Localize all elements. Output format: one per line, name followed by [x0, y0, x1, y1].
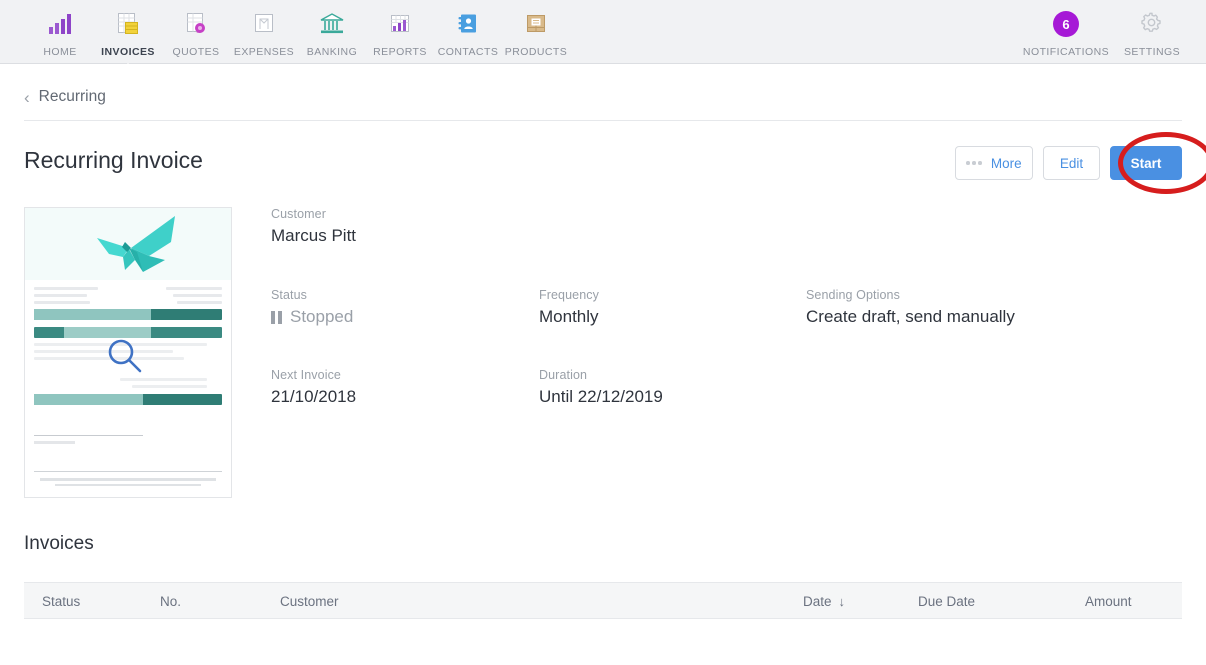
invoice-preview-thumbnail[interactable]	[24, 207, 232, 498]
contacts-book-icon	[455, 10, 481, 38]
field-value-duration: Until 22/12/2019	[539, 387, 663, 406]
recurring-invoice-details: Customer Marcus Pitt Status Stopped Freq…	[271, 207, 1181, 407]
origami-butterfly-icon	[97, 216, 175, 272]
more-button-label: More	[990, 155, 1022, 171]
products-box-icon	[523, 10, 549, 38]
top-navigation-bar: HOME INVOICES QUOTES EXPENSES BANKING RE…	[0, 0, 1206, 74]
app-page: HOME INVOICES QUOTES EXPENSES BANKING RE…	[0, 0, 1206, 665]
nav-label-notifications: NOTIFICATIONS	[1022, 46, 1110, 58]
nav-utility-items: 6 NOTIFICATIONS SETTINGS	[1020, 4, 1192, 58]
bank-building-icon	[318, 10, 346, 38]
quote-document-icon	[183, 10, 209, 38]
nav-label-contacts: CONTACTS	[437, 46, 499, 58]
breadcrumb-label: Recurring	[38, 88, 106, 105]
invoice-footer-block	[34, 471, 222, 489]
nav-label-home: HOME	[43, 46, 77, 58]
details-row-customer: Customer Marcus Pitt	[271, 207, 1181, 246]
pause-icon	[271, 310, 282, 324]
nav-label-reports: REPORTS	[373, 46, 427, 58]
field-value-status: Stopped	[290, 307, 354, 326]
more-button[interactable]: More	[955, 146, 1033, 180]
column-header-no[interactable]: No.	[160, 583, 181, 620]
nav-label-quotes: QUOTES	[172, 46, 220, 58]
nav-item-settings[interactable]: SETTINGS	[1112, 4, 1192, 58]
column-header-amount[interactable]: Amount	[1085, 583, 1132, 620]
column-header-date[interactable]: Date ↓	[803, 583, 845, 620]
start-button[interactable]: Start	[1110, 146, 1182, 180]
nav-item-quotes[interactable]: QUOTES	[162, 4, 230, 58]
field-next-invoice: Next Invoice 21/10/2018	[271, 368, 539, 407]
invoice-grandtotal-bar	[34, 394, 222, 405]
start-button-label: Start	[1130, 155, 1162, 171]
nav-item-home[interactable]: HOME	[26, 4, 94, 58]
details-row-status: Status Stopped Frequency Monthly Sending…	[271, 288, 1181, 327]
nav-item-expenses[interactable]: EXPENSES	[230, 4, 298, 58]
field-label-customer: Customer	[271, 207, 326, 221]
notification-badge-icon: 6	[1053, 10, 1079, 38]
field-value-customer: Marcus Pitt	[271, 226, 357, 245]
nav-item-invoices[interactable]: INVOICES	[94, 4, 162, 74]
breadcrumb-back-recurring[interactable]: ‹ Recurring	[24, 88, 106, 106]
invoice-total-bar	[34, 309, 222, 320]
nav-label-expenses: EXPENSES	[233, 46, 295, 58]
invoices-table-header: Status No. Customer Date ↓ Due Date Amou…	[24, 582, 1182, 619]
magnifier-icon	[105, 336, 145, 381]
bar-chart-icon	[47, 10, 73, 38]
page-title: Recurring Invoice	[24, 147, 203, 173]
field-label-duration: Duration	[539, 368, 588, 382]
field-label-next-invoice: Next Invoice	[271, 368, 341, 382]
edit-button[interactable]: Edit	[1043, 146, 1100, 180]
nav-item-reports[interactable]: REPORTS	[366, 4, 434, 58]
sort-descending-icon: ↓	[838, 594, 846, 609]
field-sending-options: Sending Options Create draft, send manua…	[806, 288, 1136, 327]
field-status: Status Stopped	[271, 288, 539, 327]
field-value-sending-options: Create draft, send manually	[806, 307, 1015, 326]
invoices-section-title: Invoices	[24, 533, 94, 554]
page-action-buttons: More Edit Start	[955, 146, 1182, 180]
details-row-schedule: Next Invoice 21/10/2018 Duration Until 2…	[271, 368, 1181, 407]
field-label-sending-options: Sending Options	[806, 288, 900, 302]
nav-item-notifications[interactable]: 6 NOTIFICATIONS	[1020, 4, 1112, 58]
field-label-status: Status	[271, 288, 308, 302]
field-frequency: Frequency Monthly	[539, 288, 806, 327]
column-header-customer[interactable]: Customer	[280, 583, 339, 620]
active-tab-pointer	[117, 63, 139, 74]
column-header-due-date[interactable]: Due Date	[918, 583, 975, 620]
invoice-document-icon	[115, 10, 141, 38]
expenses-tray-icon	[251, 10, 277, 38]
notification-count: 6	[1053, 11, 1079, 37]
nav-label-banking: BANKING	[306, 46, 358, 58]
header-divider	[24, 120, 1182, 121]
reports-chart-icon	[387, 10, 413, 38]
invoice-hero-image	[25, 208, 231, 280]
chevron-left-icon: ‹	[24, 87, 30, 107]
nav-label-settings: SETTINGS	[1123, 46, 1181, 58]
more-dots-icon	[966, 161, 982, 165]
main-nav-items: HOME INVOICES QUOTES EXPENSES BANKING RE…	[26, 4, 570, 74]
field-customer: Customer Marcus Pitt	[271, 207, 539, 246]
nav-item-products[interactable]: PRODUCTS	[502, 4, 570, 58]
status-badge: Stopped	[271, 307, 539, 327]
nav-item-banking[interactable]: BANKING	[298, 4, 366, 58]
field-value-frequency: Monthly	[539, 307, 599, 326]
nav-label-invoices: INVOICES	[101, 46, 155, 58]
gear-icon	[1139, 10, 1165, 38]
field-value-next-invoice: 21/10/2018	[271, 387, 357, 406]
column-header-status[interactable]: Status	[42, 583, 80, 620]
invoice-signature-area	[34, 435, 222, 444]
edit-button-label: Edit	[1059, 155, 1084, 171]
field-label-frequency: Frequency	[539, 288, 599, 302]
nav-label-products: PRODUCTS	[504, 46, 568, 58]
nav-item-contacts[interactable]: CONTACTS	[434, 4, 502, 58]
field-duration: Duration Until 22/12/2019	[539, 368, 806, 407]
